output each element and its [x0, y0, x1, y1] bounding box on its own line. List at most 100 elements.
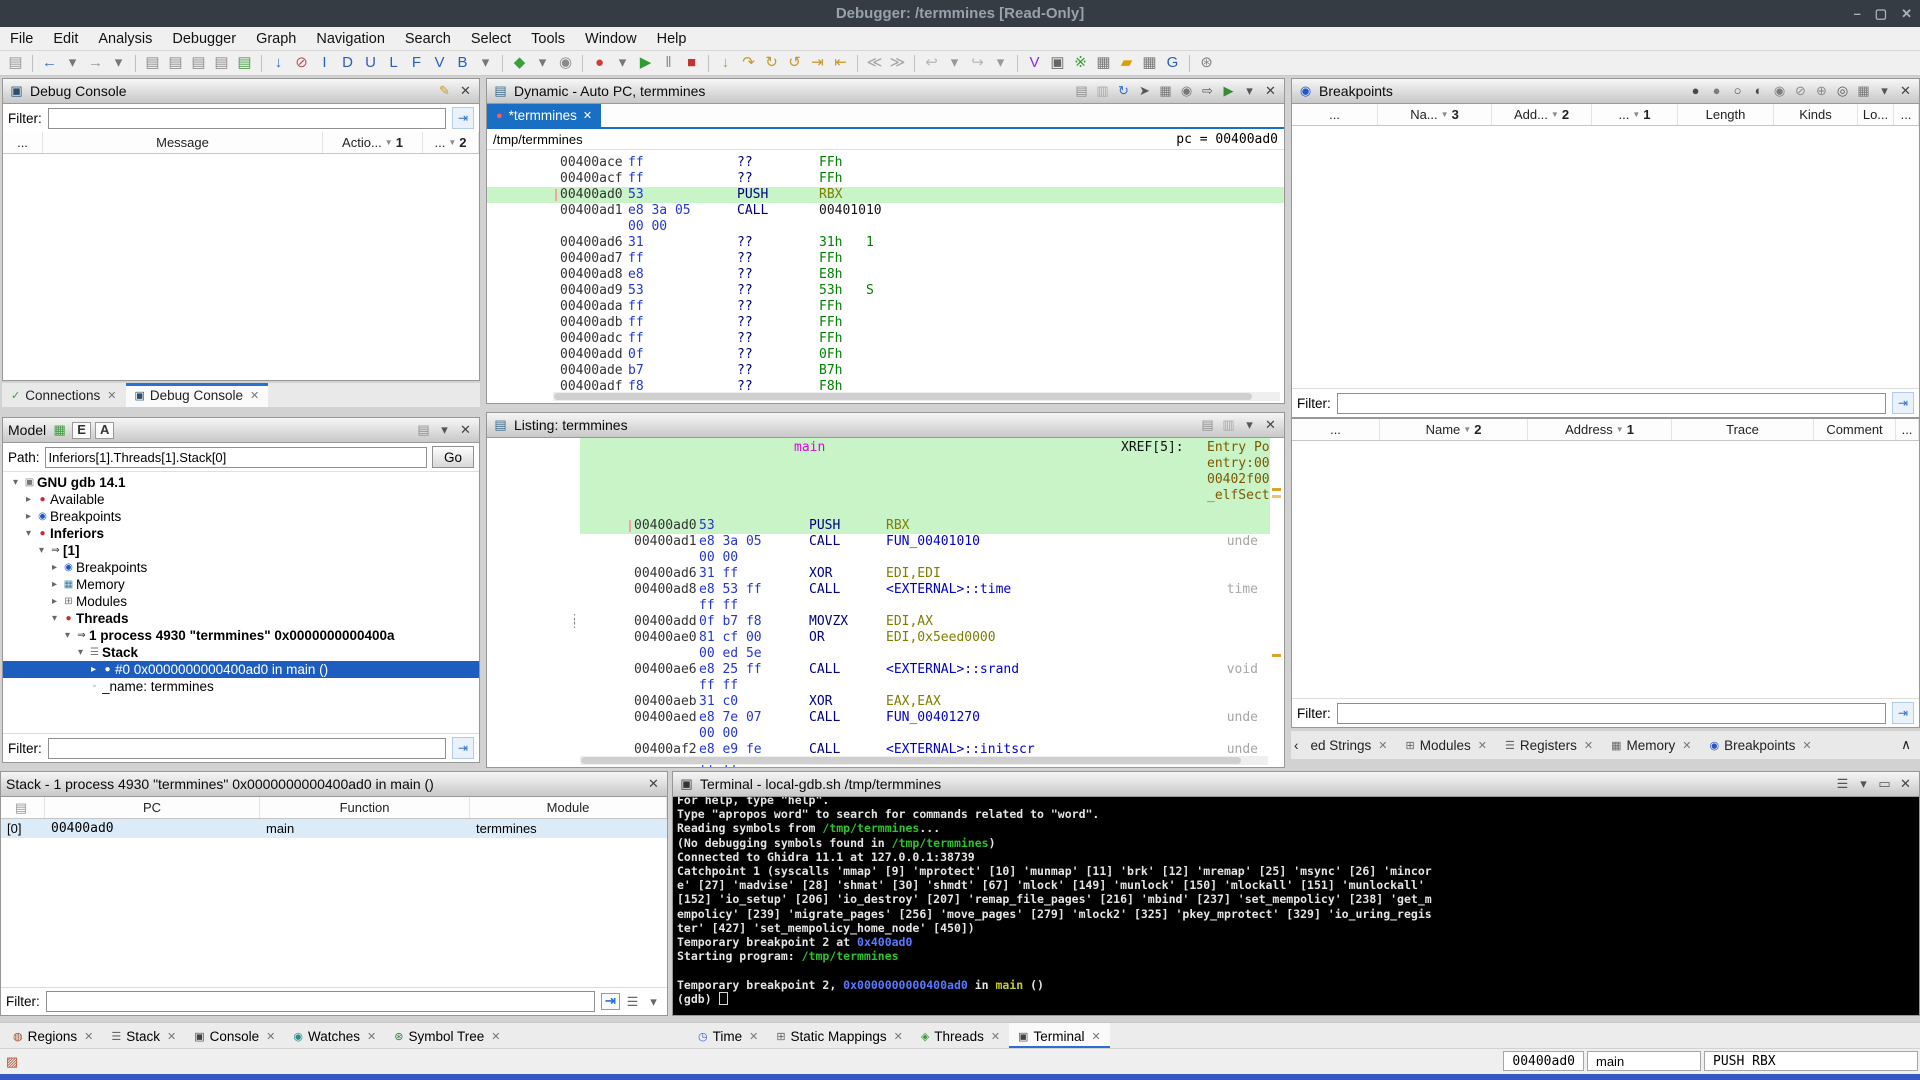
- program-icon-3[interactable]: ▤: [189, 52, 208, 74]
- column-header-function[interactable]: Function: [260, 797, 470, 818]
- scroll-tabs-left-button[interactable]: ‹: [1291, 731, 1302, 759]
- listing-row[interactable]: 00400ae0 81 cf 00 OR EDI,0x5eed0000: [487, 630, 1284, 646]
- menu-icon[interactable]: ☰: [1834, 776, 1851, 792]
- close-icon[interactable]: ✕: [1262, 83, 1279, 99]
- column-header-trace[interactable]: Trace: [1672, 419, 1814, 440]
- filter-options-icon[interactable]: ⇥: [1892, 392, 1914, 414]
- close-tab-icon[interactable]: ✕: [367, 1030, 376, 1043]
- expander-icon[interactable]: ▾: [74, 647, 87, 658]
- expander-icon[interactable]: ▾: [48, 613, 61, 624]
- clear-icon[interactable]: ⊘: [292, 52, 311, 74]
- tab-modules[interactable]: ⊞ Modules ✕: [1397, 731, 1496, 759]
- minimize-button[interactable]: –: [1854, 6, 1861, 21]
- step-back-icon[interactable]: ↺: [785, 52, 804, 74]
- byte-viewer-icon[interactable]: ▣: [1048, 52, 1067, 74]
- disassembly-row[interactable]: 00400ad7 ff?? FFh: [487, 251, 1284, 267]
- paste-icon[interactable]: ▥: [1094, 83, 1111, 99]
- disassembly-row[interactable]: 00400ad6 31?? 31h 1: [487, 235, 1284, 251]
- search-icon[interactable]: ◎: [1834, 83, 1851, 99]
- column-header-icon[interactable]: ▤: [1, 797, 45, 818]
- menu-tools[interactable]: Tools: [521, 27, 575, 50]
- go-button[interactable]: Go: [431, 446, 474, 468]
- column-header-address[interactable]: Address ▼ 1: [1528, 419, 1672, 440]
- listing-row-current[interactable]: 00400ad0 53 PUSH RBX: [487, 518, 1284, 534]
- dynamic-disassembly[interactable]: 00400acdff??FFh00400aceff??FFh00400acfff…: [487, 150, 1284, 403]
- listing-row[interactable]: 00400ad8 e8 53 ff CALL <EXTERNAL>::time time: [487, 582, 1284, 598]
- copy-icon[interactable]: ▤: [1199, 417, 1216, 433]
- disassembly-row[interactable]: 00 00: [487, 219, 1284, 235]
- expander-icon[interactable]: ▸: [48, 596, 61, 607]
- expander-icon[interactable]: ▾: [22, 528, 35, 539]
- enable-all-breakpoints-icon[interactable]: ●: [1687, 83, 1704, 99]
- bookmark-icon[interactable]: B: [453, 52, 472, 74]
- expander-icon[interactable]: ▸: [22, 494, 35, 505]
- tree-node-_name[interactable]: ◦ _name: termmines: [3, 678, 479, 695]
- breakpoints-filter-input[interactable]: [1336, 392, 1886, 414]
- table-view-icon[interactable]: ▦: [1094, 52, 1113, 74]
- tab-console[interactable]: ▣ Console ✕: [185, 1023, 284, 1049]
- column-settings-icon[interactable]: ☰: [624, 994, 641, 1010]
- forward-dropdown-icon[interactable]: ▾: [109, 52, 128, 74]
- edit-mode-icon[interactable]: E: [72, 421, 92, 439]
- resume-icon[interactable]: ▶: [636, 52, 655, 74]
- back-icon[interactable]: ←: [40, 52, 59, 74]
- disassembly-row[interactable]: 00400ad9 53?? 53h S: [487, 283, 1284, 299]
- step-out-icon[interactable]: ↻: [762, 52, 781, 74]
- plugin-dropdown-icon[interactable]: ▾: [533, 52, 552, 74]
- program-icon-2[interactable]: ▤: [166, 52, 185, 74]
- close-icon[interactable]: ✕: [1897, 83, 1914, 99]
- redo-icon[interactable]: ↪: [968, 52, 987, 74]
- menu-edit[interactable]: Edit: [43, 27, 88, 50]
- undefine-icon[interactable]: U: [361, 52, 380, 74]
- column-header-module[interactable]: Module: [470, 797, 667, 818]
- menu-graph[interactable]: Graph: [246, 27, 306, 50]
- tab-threads[interactable]: ◈ Threads ✕: [912, 1023, 1009, 1049]
- disassembly-row-current[interactable]: 00400ad0 53 PUSH RBX: [487, 187, 1284, 203]
- tree-node-available[interactable]: ▸ ● Available: [3, 491, 479, 508]
- step-first-icon[interactable]: ⇤: [831, 52, 850, 74]
- close-icon[interactable]: ✕: [1262, 417, 1279, 433]
- clear-all-breakpoints-icon[interactable]: ○: [1729, 83, 1746, 99]
- filter-apply-icon[interactable]: ⇥: [601, 993, 620, 1010]
- table-icon[interactable]: ▦: [51, 422, 68, 438]
- snapshot-icon[interactable]: ▤: [415, 422, 432, 438]
- menu-dropdown-icon[interactable]: ▾: [1241, 417, 1258, 433]
- menu-analysis[interactable]: Analysis: [88, 27, 162, 50]
- column-header-name[interactable]: Name ▼ 2: [1380, 419, 1528, 440]
- disassembly-row[interactable]: 00400ad1 e8 3a 05 CALL 00401010: [487, 203, 1284, 219]
- listing-row[interactable]: 00400aeb 31 c0 XOR EAX,EAX: [487, 694, 1284, 710]
- tab-connections[interactable]: ✓ Connections ✕: [2, 383, 126, 407]
- expander-icon[interactable]: ▸: [48, 562, 61, 573]
- filter-options-icon[interactable]: ⇥: [1892, 702, 1914, 724]
- function-icon[interactable]: F: [407, 52, 426, 74]
- clear-console-icon[interactable]: ✎: [436, 83, 453, 99]
- splitter-handle[interactable]: ⋮ ⋮: [569, 613, 580, 629]
- record-dropdown-icon[interactable]: ▾: [613, 52, 632, 74]
- goto-icon[interactable]: ⇨: [1199, 83, 1216, 99]
- listing-row[interactable]: 00 ed 5e: [487, 646, 1284, 662]
- expander-icon[interactable]: ▾: [61, 630, 74, 641]
- close-tab-icon[interactable]: ✕: [84, 1030, 93, 1043]
- interrupt-icon[interactable]: ‖: [659, 52, 678, 74]
- save-icon[interactable]: ▤: [6, 52, 25, 74]
- listing-row[interactable]: 00 00: [487, 550, 1284, 566]
- tab-memory[interactable]: ▦ Memory ✕: [1602, 731, 1700, 759]
- redo-dropdown-icon[interactable]: ▾: [991, 52, 1010, 74]
- tree-node-breakpoints[interactable]: ▸ ◉ Breakpoints: [3, 559, 479, 576]
- column-header-actio[interactable]: Actio... ▼ 1: [323, 132, 423, 153]
- add-breakpoint-icon[interactable]: ⊕: [1813, 83, 1830, 99]
- watchpoints-filter-input[interactable]: [1336, 702, 1886, 724]
- menu-help[interactable]: Help: [647, 27, 697, 50]
- listing-horizontal-scrollbar[interactable]: [580, 756, 1268, 765]
- expander-icon[interactable]: ▾: [35, 545, 48, 556]
- disassembly-row[interactable]: 00400ada ff?? FFh: [487, 299, 1284, 315]
- undo-icon[interactable]: ↩: [922, 52, 941, 74]
- close-tab-icon[interactable]: ✕: [1584, 739, 1593, 752]
- settings-dropdown-icon[interactable]: ▾: [645, 994, 662, 1010]
- tab-static-mappings[interactable]: ⊞ Static Mappings ✕: [767, 1023, 912, 1049]
- column-header-pc[interactable]: PC: [45, 797, 260, 818]
- column-header-kinds[interactable]: Kinds: [1774, 104, 1858, 125]
- close-icon[interactable]: ✕: [1897, 776, 1914, 792]
- disable-all-breakpoints-icon[interactable]: ●: [1708, 83, 1725, 99]
- close-icon[interactable]: ✕: [457, 83, 474, 99]
